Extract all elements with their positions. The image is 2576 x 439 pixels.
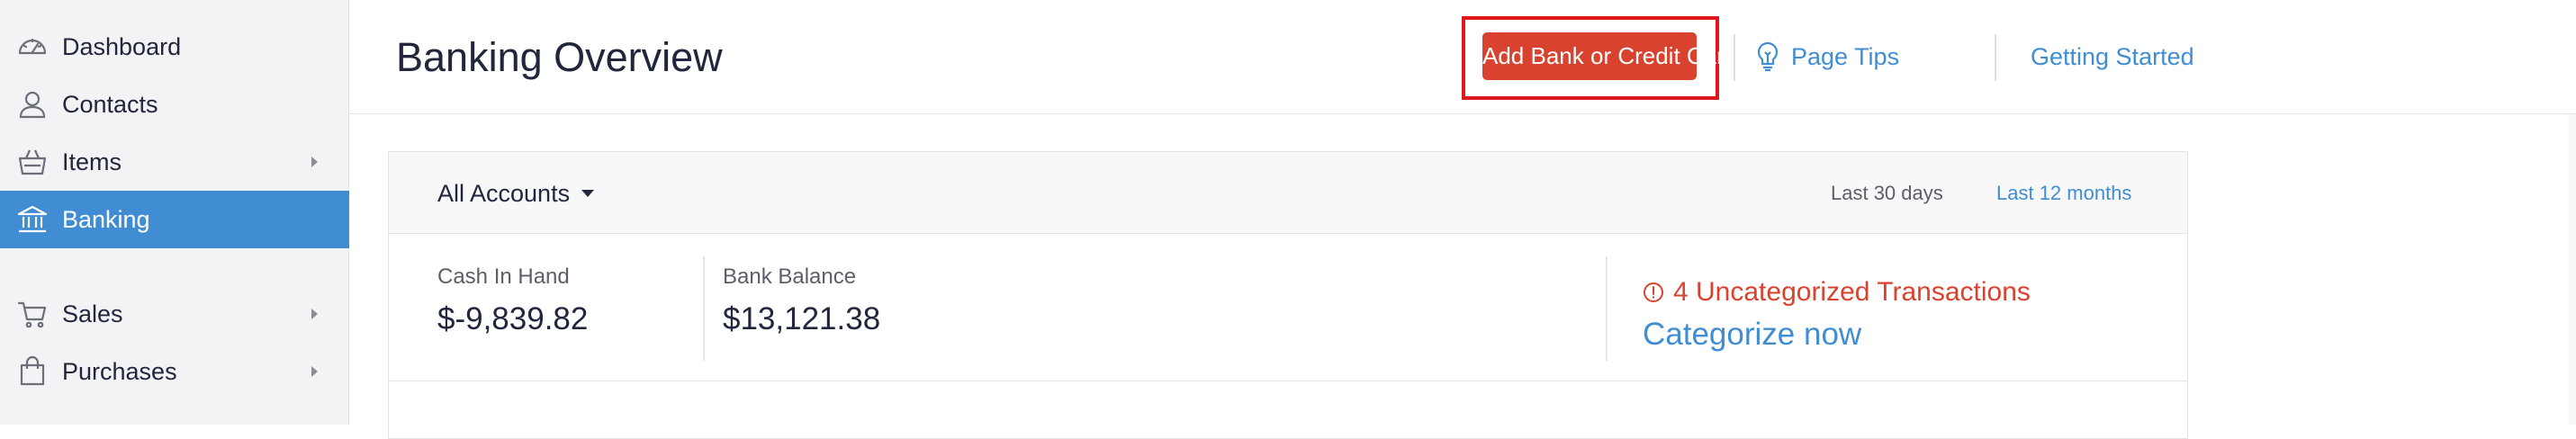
uncategorized-transactions-alert: 4 Uncategorized Transactions: [1643, 274, 2031, 310]
categorize-now-link[interactable]: Categorize now: [1643, 314, 1861, 355]
sidebar-item-label: Sales: [62, 300, 123, 327]
bank-balance-label: Bank Balance: [723, 264, 857, 289]
uncategorized-transactions-text: 4 Uncategorized Transactions: [1673, 277, 2031, 307]
getting-started-link[interactable]: Getting Started: [2031, 34, 2194, 79]
header-divider: [1995, 34, 1996, 81]
lightbulb-icon: [1755, 40, 1780, 73]
scrollbar-track[interactable]: [2569, 114, 2576, 425]
sidebar: Dashboard Contacts Items Banking Sales P…: [0, 0, 349, 425]
add-bank-or-credit-card-button[interactable]: Add Bank or Credit Card: [1482, 32, 1737, 80]
sidebar-item-sales[interactable]: Sales: [0, 285, 349, 343]
caret-down-icon: [581, 189, 595, 198]
sales-cart-icon: [16, 298, 49, 330]
card-toolbar: All Accounts Last 30 days Last 12 months: [389, 152, 2187, 234]
sidebar-item-purchases[interactable]: Purchases: [0, 343, 349, 400]
cash-in-hand-label: Cash In Hand: [437, 264, 570, 289]
chevron-right-icon: [306, 154, 322, 170]
sidebar-item-label: Dashboard: [62, 33, 182, 60]
sidebar-item-contacts[interactable]: Contacts: [0, 76, 349, 133]
banking-bank-icon: [16, 203, 49, 236]
page-tips-link[interactable]: Page Tips: [1755, 34, 1899, 79]
sidebar-item-banking[interactable]: Banking: [0, 191, 349, 248]
period-last-30-days[interactable]: Last 30 days: [1831, 177, 1943, 210]
dashboard-gauge-icon: [16, 31, 49, 63]
sidebar-item-label: Items: [62, 148, 122, 175]
sidebar-item-label: Contacts: [62, 91, 158, 118]
cash-in-hand-value: $-9,839.82: [437, 301, 589, 336]
banking-overview-card: All Accounts Last 30 days Last 12 months…: [388, 151, 2188, 439]
stat-divider: [703, 256, 705, 361]
sidebar-item-label: Banking: [62, 206, 150, 233]
sidebar-item-dashboard[interactable]: Dashboard: [0, 18, 349, 76]
page-title: Banking Overview: [396, 34, 723, 80]
bank-balance-value: $13,121.38: [723, 301, 881, 336]
purchases-bag-icon: [16, 355, 49, 388]
sidebar-item-label: Purchases: [62, 358, 177, 385]
chevron-right-icon: [306, 363, 322, 380]
stat-divider: [1606, 256, 1608, 361]
alert-circle-icon: [1643, 282, 1664, 303]
period-last-12-months[interactable]: Last 12 months: [1996, 177, 2131, 210]
page-tips-label: Page Tips: [1791, 42, 1900, 70]
header-divider: [1734, 34, 1735, 81]
items-basket-icon: [16, 146, 49, 178]
all-accounts-dropdown[interactable]: All Accounts: [437, 174, 595, 213]
accounts-dropdown-label: All Accounts: [437, 179, 571, 207]
chevron-right-icon: [306, 306, 322, 322]
sidebar-item-items[interactable]: Items: [0, 133, 349, 191]
contacts-person-icon: [16, 88, 49, 121]
